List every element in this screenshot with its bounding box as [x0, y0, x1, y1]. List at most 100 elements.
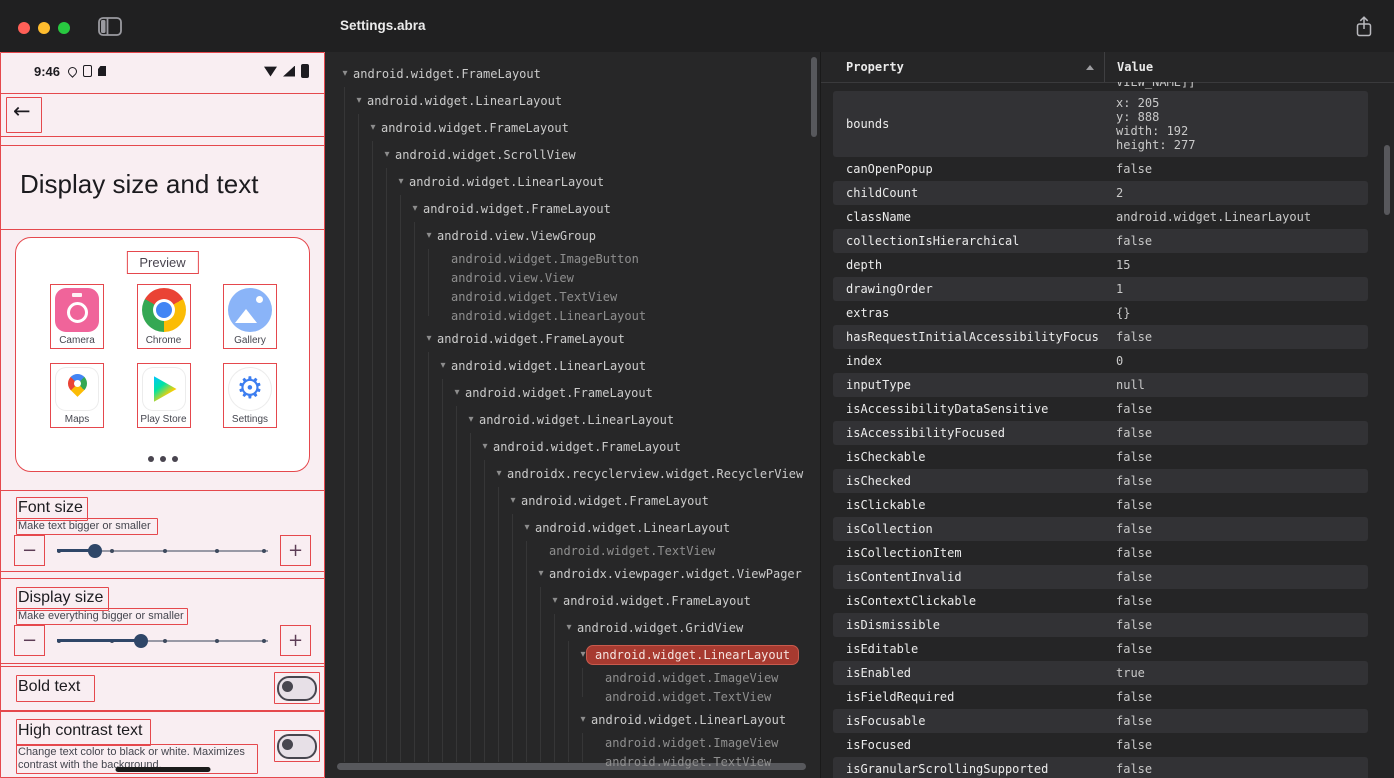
tree-node[interactable]: ▾ androidx.viewpager.widget.ViewPager	[325, 560, 820, 587]
window-minimize-button[interactable]	[38, 22, 50, 34]
tree-node[interactable]: ▾ android.widget.ScrollView	[325, 141, 820, 168]
display-size-decrease-button[interactable]: −	[14, 624, 45, 656]
property-row[interactable]: extras {}	[833, 301, 1368, 325]
chevron-down-icon[interactable]: ▾	[351, 95, 367, 106]
tree-node[interactable]: ▾ android.widget.LinearLayout	[325, 706, 820, 733]
tree-node[interactable]: ▾ android.widget.FrameLayout	[325, 325, 820, 352]
property-row[interactable]: isAccessibilityFocused false	[833, 421, 1368, 445]
inspector-vertical-scrollbar[interactable]	[1384, 145, 1390, 215]
chevron-down-icon[interactable]: ▾	[393, 176, 409, 187]
tree-node[interactable]: android.widget.ImageView	[325, 733, 820, 752]
property-row[interactable]: isFocusable false	[833, 709, 1368, 733]
property-row[interactable]: isEditable false	[833, 637, 1368, 661]
back-button[interactable]: ←	[13, 99, 31, 123]
tree-node[interactable]: ▾ android.widget.FrameLayout	[325, 379, 820, 406]
gesture-nav-handle[interactable]	[115, 767, 210, 772]
property-row[interactable]: drawingOrder 1	[833, 277, 1368, 301]
property-row[interactable]: bounds x: 205 y: 888 width: 192 height: 2…	[833, 91, 1368, 157]
chevron-down-icon[interactable]: ▾	[337, 68, 353, 79]
chevron-down-icon[interactable]: ▾	[477, 441, 493, 452]
tree-node[interactable]: ▾ android.widget.LinearLayout	[325, 406, 820, 433]
font-size-slider-track[interactable]	[57, 543, 268, 558]
chevron-down-icon[interactable]: ▾	[421, 230, 437, 241]
property-row[interactable]: isChecked false	[833, 469, 1368, 493]
display-size-slider-track[interactable]	[57, 633, 268, 648]
property-row[interactable]: collectionIsHierarchical false	[833, 229, 1368, 253]
window-title: Settings.abra	[340, 18, 426, 33]
chevron-down-icon[interactable]: ▾	[533, 568, 549, 579]
chevron-down-icon[interactable]: ▾	[491, 468, 507, 479]
property-row[interactable]: isCollection false	[833, 517, 1368, 541]
tree-node[interactable]: ▾ android.widget.FrameLayout	[325, 60, 820, 87]
tree-node[interactable]: ▾ androidx.recyclerview.widget.RecyclerVi…	[325, 460, 820, 487]
display-size-increase-button[interactable]: +	[280, 624, 311, 656]
chevron-down-icon[interactable]: ▾	[379, 149, 395, 160]
property-row[interactable]: className android.widget.LinearLayout	[833, 205, 1368, 229]
chevron-down-icon[interactable]: ▾	[575, 714, 591, 725]
property-row[interactable]: depth 15	[833, 253, 1368, 277]
tree-node[interactable]: android.widget.TextView	[325, 752, 820, 771]
high-contrast-toggle[interactable]	[277, 734, 317, 759]
chevron-down-icon[interactable]: ▾	[407, 203, 423, 214]
property-row[interactable]: isDismissible false	[833, 613, 1368, 637]
chevron-down-icon[interactable]: ▾	[547, 595, 563, 606]
chevron-down-icon[interactable]: ▾	[505, 495, 521, 506]
property-row[interactable]: isCheckable false	[833, 445, 1368, 469]
tree-node[interactable]: android.widget.LinearLayout	[325, 306, 820, 325]
chevron-down-icon[interactable]: ▾	[435, 360, 451, 371]
tree-node-selected[interactable]: ▾ android.widget.LinearLayout	[325, 641, 820, 668]
property-row[interactable]: isCollectionItem false	[833, 541, 1368, 565]
tree-node[interactable]: ▾ android.widget.FrameLayout	[325, 433, 820, 460]
tree-node[interactable]: ▾ android.widget.GridView	[325, 614, 820, 641]
property-row[interactable]: index 0	[833, 349, 1368, 373]
property-row[interactable]: isEnabled true	[833, 661, 1368, 685]
property-value: false	[1116, 546, 1153, 560]
tree-node[interactable]: android.widget.ImageButton	[325, 249, 820, 268]
tree-node-label: android.widget.LinearLayout	[479, 412, 675, 427]
tree-node[interactable]: ▾ android.widget.LinearLayout	[325, 352, 820, 379]
tree-node[interactable]: android.widget.TextView	[325, 541, 820, 560]
tree-node[interactable]: ▾ android.widget.LinearLayout	[325, 168, 820, 195]
property-row[interactable]: isFieldRequired false	[833, 685, 1368, 709]
chevron-down-icon[interactable]: ▾	[365, 122, 381, 133]
property-row[interactable]: inputType null	[833, 373, 1368, 397]
font-size-slider-thumb[interactable]	[87, 543, 102, 558]
tree-node[interactable]: android.widget.ImageView	[325, 668, 820, 687]
tree-node[interactable]: ▾ android.widget.FrameLayout	[325, 195, 820, 222]
property-row[interactable]: isContentInvalid false	[833, 565, 1368, 589]
property-row[interactable]: isGranularScrollingSupported false	[833, 757, 1368, 778]
tree-node[interactable]: android.widget.TextView	[325, 687, 820, 706]
chevron-down-icon[interactable]: ▾	[463, 414, 479, 425]
tree-node[interactable]: ▾ android.widget.FrameLayout	[325, 487, 820, 514]
tree-node[interactable]: ▾ android.view.ViewGroup	[325, 222, 820, 249]
share-icon[interactable]	[1354, 15, 1374, 43]
chevron-down-icon[interactable]: ▾	[449, 387, 465, 398]
property-row[interactable]: childCount 2	[833, 181, 1368, 205]
tree-node[interactable]: ▾ android.widget.FrameLayout	[325, 114, 820, 141]
tree-node[interactable]: android.widget.TextView	[325, 287, 820, 306]
display-size-slider[interactable]: − +	[14, 624, 311, 656]
font-size-increase-button[interactable]: +	[280, 534, 311, 566]
property-row[interactable]: canOpenPopup false	[833, 157, 1368, 181]
font-size-decrease-button[interactable]: −	[14, 534, 45, 566]
property-column-header[interactable]: Property	[821, 52, 1104, 82]
value-column-header[interactable]: Value	[1104, 52, 1394, 82]
chevron-down-icon[interactable]: ▾	[561, 622, 577, 633]
window-zoom-button[interactable]	[58, 22, 70, 34]
property-row[interactable]: isAccessibilityDataSensitive false	[833, 397, 1368, 421]
chevron-down-icon[interactable]: ▾	[519, 522, 535, 533]
tree-node[interactable]: ▾ android.widget.LinearLayout	[325, 87, 820, 114]
property-row[interactable]: hasRequestInitialAccessibilityFocus false	[833, 325, 1368, 349]
property-row[interactable]: isClickable false	[833, 493, 1368, 517]
property-row[interactable]: isContextClickable false	[833, 589, 1368, 613]
bold-text-toggle[interactable]	[277, 676, 317, 701]
display-size-slider-thumb[interactable]	[134, 633, 149, 648]
tree-node[interactable]: ▾ android.widget.FrameLayout	[325, 587, 820, 614]
sidebar-toggle-icon[interactable]	[98, 17, 122, 41]
font-size-slider[interactable]: − +	[14, 534, 311, 566]
window-close-button[interactable]	[18, 22, 30, 34]
tree-node[interactable]: android.view.View	[325, 268, 820, 287]
property-row[interactable]: isFocused false	[833, 733, 1368, 757]
chevron-down-icon[interactable]: ▾	[421, 333, 437, 344]
tree-node[interactable]: ▾ android.widget.LinearLayout	[325, 514, 820, 541]
